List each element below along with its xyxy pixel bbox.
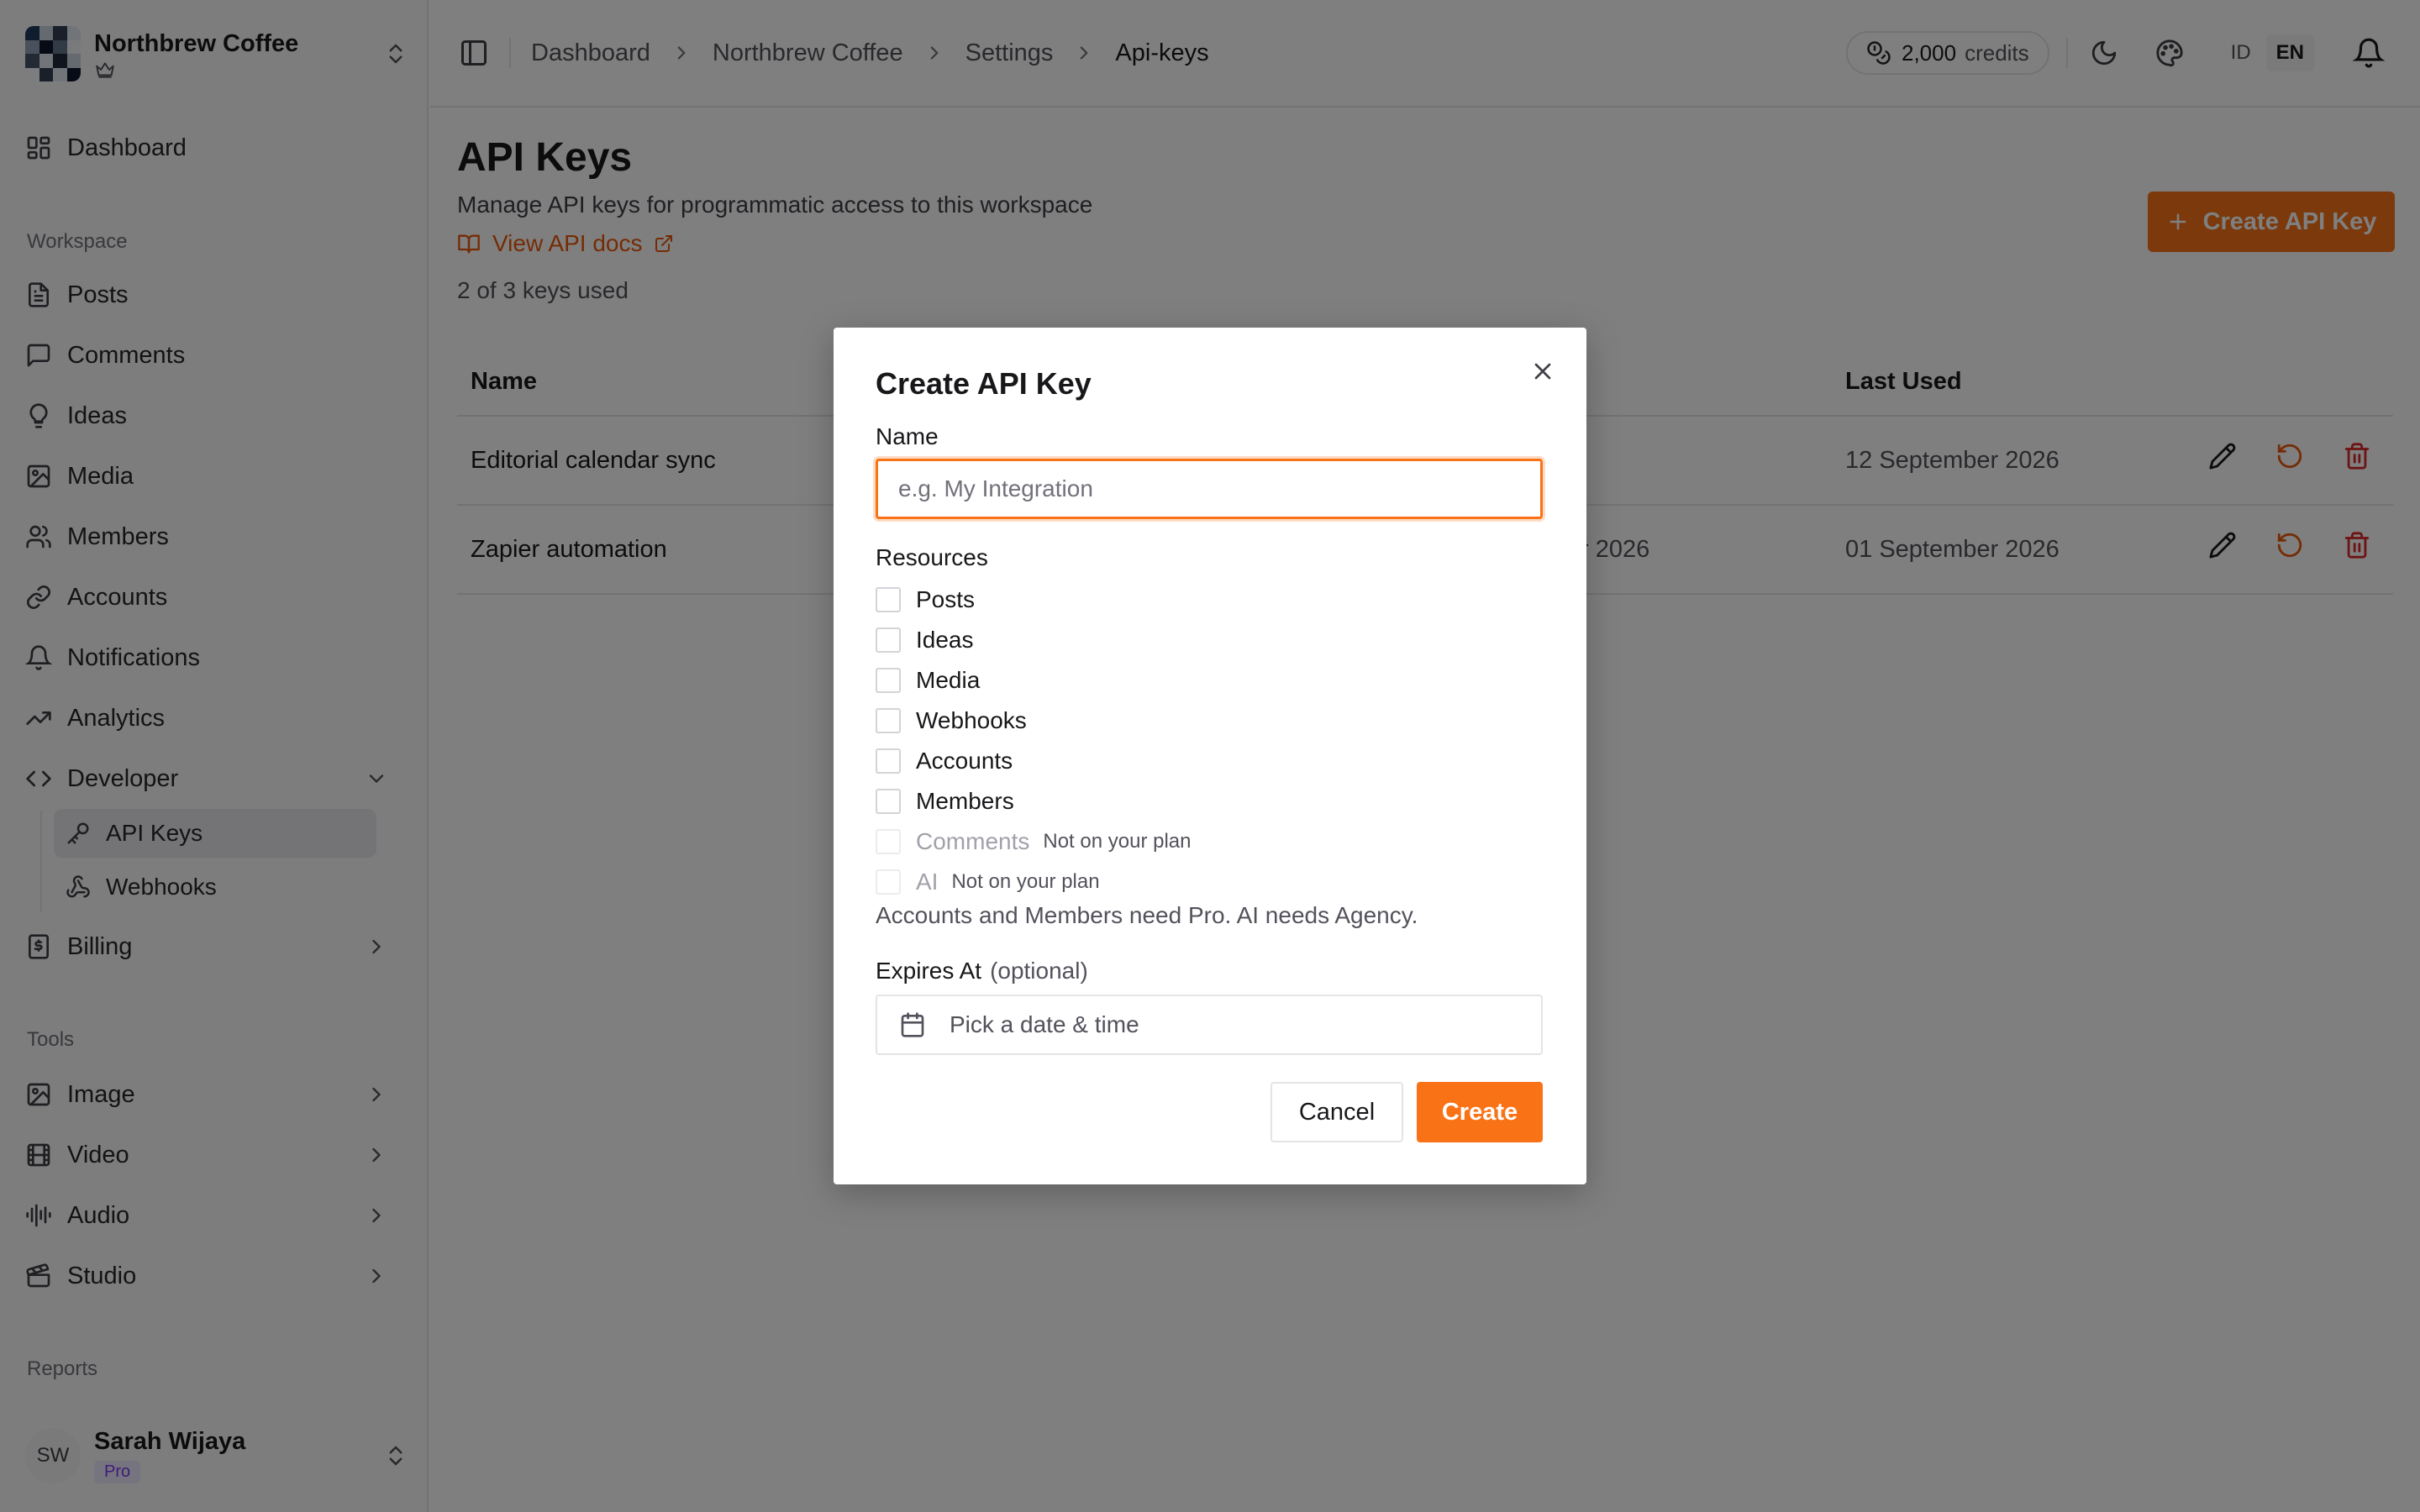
expires-at-label: Expires At (optional) — [876, 958, 1088, 984]
close-icon[interactable] — [1529, 358, 1556, 385]
resource-checkbox[interactable] — [876, 627, 901, 653]
resource-checkbox — [876, 829, 901, 854]
resource-checkbox[interactable] — [876, 789, 901, 814]
resource-label: Comments — [916, 828, 1030, 854]
date-picker-placeholder: Pick a date & time — [950, 1011, 1139, 1037]
resource-checkbox[interactable] — [876, 668, 901, 693]
resource-option-posts[interactable]: Posts — [876, 580, 1191, 620]
plan-restriction-note: Not on your plan — [951, 870, 1100, 893]
resource-option-ai: AI Not on your plan — [876, 862, 1191, 902]
name-field-label: Name — [876, 423, 939, 449]
resource-option-media[interactable]: Media — [876, 660, 1191, 701]
resource-label: Posts — [916, 586, 976, 612]
resource-label: Webhooks — [916, 707, 1027, 733]
dialog-title: Create API Key — [876, 366, 1092, 401]
resource-checkbox[interactable] — [876, 587, 901, 612]
expires-at-date-picker[interactable]: Pick a date & time — [876, 995, 1543, 1055]
plan-restriction-note: Not on your plan — [1043, 830, 1192, 853]
resource-option-comments: Comments Not on your plan — [876, 822, 1191, 862]
resource-option-webhooks[interactable]: Webhooks — [876, 701, 1191, 741]
resource-label: Ideas — [916, 627, 974, 653]
api-key-name-input[interactable] — [876, 459, 1543, 519]
resource-option-accounts[interactable]: Accounts — [876, 741, 1191, 781]
resource-label: AI — [916, 869, 939, 895]
resource-option-ideas[interactable]: Ideas — [876, 620, 1191, 660]
resource-label: Accounts — [916, 748, 1013, 774]
calendar-icon — [899, 1011, 926, 1038]
expires-at-label-text: Expires At — [876, 958, 982, 984]
resource-label: Members — [916, 788, 1014, 814]
cancel-button[interactable]: Cancel — [1270, 1082, 1403, 1142]
resources-list: Posts Ideas Media Webhooks Accounts Members Co… — [876, 580, 1191, 902]
create-api-key-dialog: Create API Key Name Resources Posts Ideas… — [834, 328, 1586, 1184]
resource-checkbox[interactable] — [876, 748, 901, 774]
resource-checkbox[interactable] — [876, 708, 901, 733]
resource-option-members[interactable]: Members — [876, 781, 1191, 822]
optional-tag: (optional) — [990, 958, 1088, 984]
create-button[interactable]: Create — [1417, 1082, 1543, 1142]
resource-checkbox — [876, 869, 901, 895]
resource-label: Media — [916, 667, 981, 693]
plan-requirements-hint: Accounts and Members need Pro. AI needs … — [876, 902, 1418, 928]
resources-label: Resources — [876, 544, 988, 570]
